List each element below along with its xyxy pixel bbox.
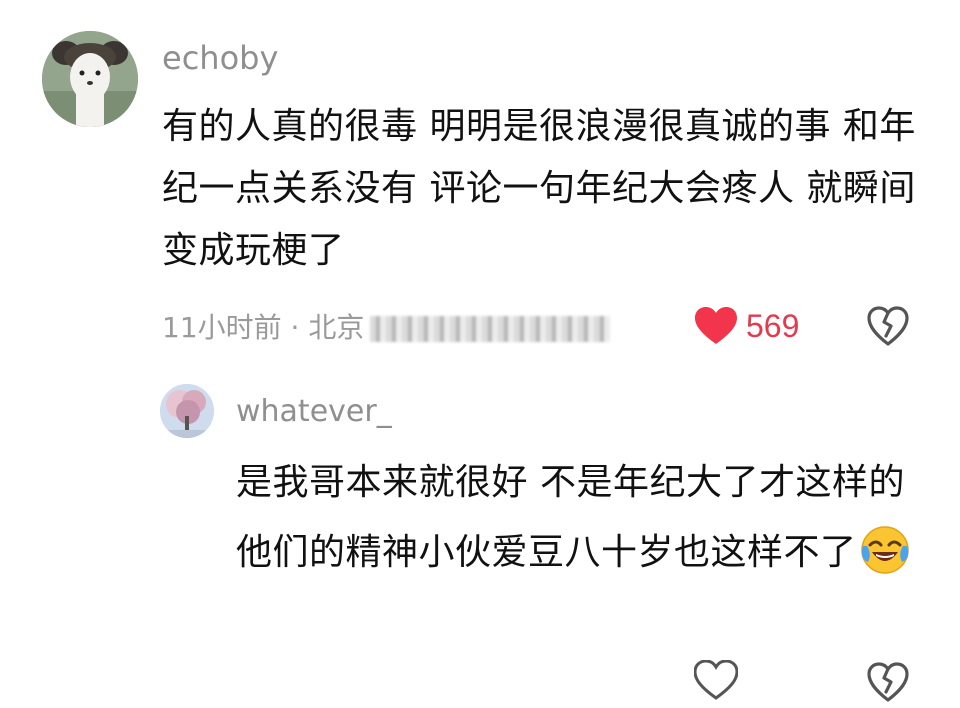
timestamp-location: 11小时前 · 北京 [162, 311, 365, 344]
like-button[interactable] [693, 659, 739, 700]
reply-text-content: 是我哥本来就很好 不是年纪大了才这样的 他们的精神小伙爱豆八十岁也这样不了 [236, 462, 905, 573]
reply-text: 是我哥本来就很好 不是年纪大了才这样的 他们的精神小伙爱豆八十岁也这样不了 [236, 448, 916, 588]
dislike-button[interactable] [866, 660, 910, 704]
broken-heart-icon [867, 306, 909, 346]
blurred-region [370, 316, 611, 342]
tree-avatar-icon [160, 384, 214, 438]
broken-heart-icon [867, 662, 909, 702]
crying-laughing-emoji [859, 524, 911, 576]
dislike-button[interactable] [866, 304, 910, 348]
like-count: 569 [746, 307, 800, 344]
cat-avatar-icon [42, 31, 138, 127]
like-button[interactable]: 569 [694, 302, 799, 350]
user-avatar[interactable] [160, 384, 214, 438]
username[interactable]: whatever_ [236, 392, 392, 432]
heart-outline-icon [693, 659, 739, 700]
comment-meta: 11小时前 · 北京 [162, 308, 611, 348]
heart-filled-icon [695, 307, 737, 344]
comment-text: 有的人真的很毒 明明是很浪漫很真诚的事 和年纪一点关系没有 评论一句年纪大会疼人… [162, 106, 916, 271]
comment-item: echoby 有的人真的很毒 明明是很浪漫很真诚的事 和年纪一点关系没有 评论一… [0, 0, 960, 380]
username[interactable]: echoby [162, 38, 278, 78]
user-avatar[interactable] [42, 31, 138, 127]
reply-item: whatever_ 是我哥本来就很好 不是年纪大了才这样的 他们的精神小伙爱豆八… [0, 378, 960, 702]
